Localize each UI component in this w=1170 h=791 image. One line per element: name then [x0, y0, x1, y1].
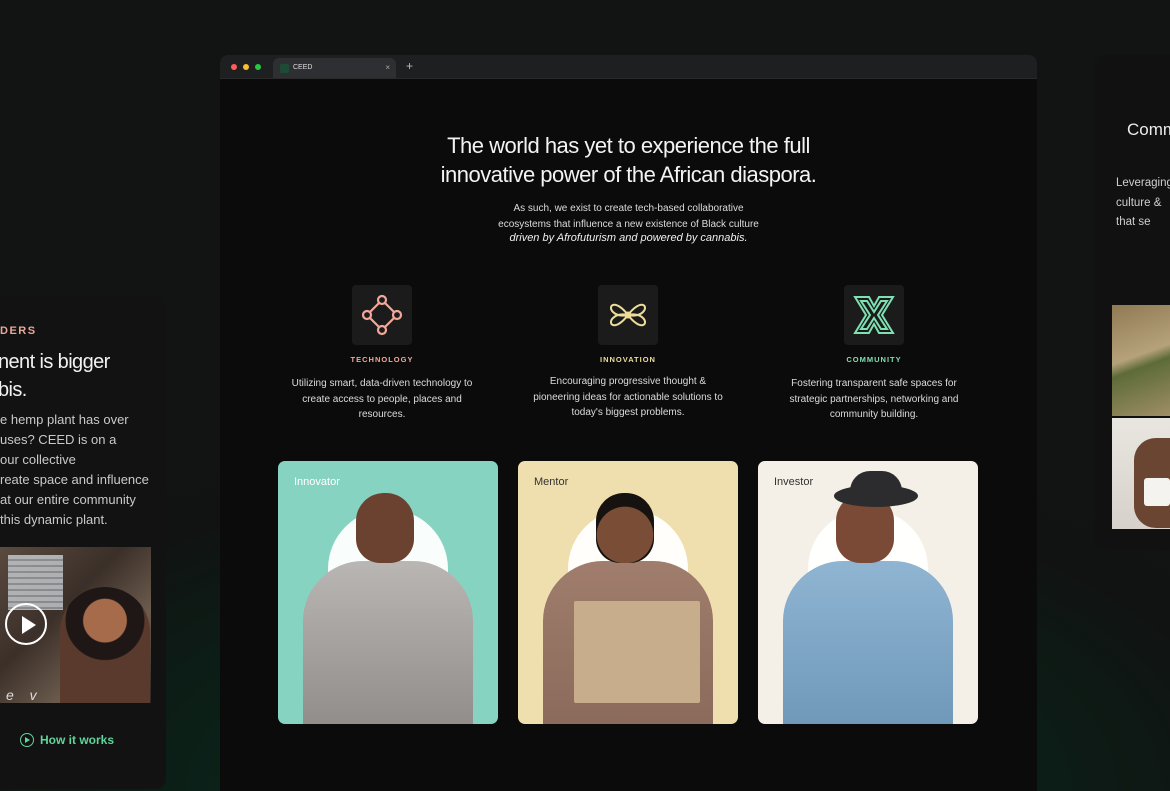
innovation-icon [598, 285, 658, 345]
feature-innovation-label: INNOVATION [600, 355, 656, 364]
play-circle-icon [20, 733, 34, 747]
right-panel-body: Leveraging culture & that se [1116, 177, 1170, 228]
hero-subtext-italic: driven by Afrofuturism and powered by ca… [509, 232, 748, 244]
video-person [60, 587, 150, 703]
video-caption: e v [6, 687, 43, 703]
left-video-thumbnail[interactable]: e v [0, 547, 151, 703]
hero-subtext: As such, we exist to create tech-based c… [220, 201, 1037, 232]
hat-crown-shape [850, 471, 902, 495]
product-jar-image [1112, 418, 1170, 529]
left-panel-body: e hemp plant has over uses? CEED is on a… [0, 412, 149, 527]
browser-window: CEED × + The world has yet to experience… [220, 55, 1037, 791]
feature-community: COMMUNITY Fostering transparent safe spa… [774, 285, 974, 423]
jar-shape [1144, 478, 1170, 506]
feature-technology-text: Utilizing smart, data-driven technology … [291, 378, 473, 420]
video-window-blinds [8, 555, 63, 610]
feature-innovation-text: Encouraging progressive thought & pionee… [533, 376, 723, 418]
feature-technology-label: TECHNOLOGY [350, 355, 414, 364]
mentor-person-head [596, 493, 654, 563]
feature-community-label: COMMUNITY [846, 355, 902, 364]
maximize-window-dot[interactable] [255, 64, 261, 70]
play-icon[interactable] [5, 603, 47, 645]
browser-tab[interactable]: CEED × [273, 58, 396, 78]
browser-chrome: CEED × + [220, 55, 1037, 79]
sub-line-2: ecosystems that influence a new existenc… [498, 218, 759, 230]
mentor-card[interactable]: Mentor [518, 461, 738, 724]
left-panel-title: nent is bigger bis. [0, 351, 110, 401]
feature-innovation: INNOVATION Encouraging progressive thoug… [528, 285, 728, 421]
community-icon [844, 285, 904, 345]
right-panel-title: Comm [1127, 120, 1170, 139]
feature-community-text: Fostering transparent safe spaces for st… [789, 378, 959, 420]
new-tab-button[interactable]: + [406, 59, 413, 73]
investor-card-label: Investor [774, 476, 814, 488]
innovator-card[interactable]: Innovator [278, 461, 498, 724]
hero-line-1: The world has yet to experience the full [447, 133, 810, 158]
minimize-window-dot[interactable] [243, 64, 249, 70]
sub-line-1: As such, we exist to create tech-based c… [513, 203, 744, 214]
tab-title: CEED [293, 64, 313, 71]
hemp-leaf-image [1112, 305, 1170, 416]
feature-technology: TECHNOLOGY Utilizing smart, data-driven … [282, 285, 482, 423]
left-panel-eyebrow: DERS [0, 325, 37, 337]
hero-line-2: innovative power of the African diaspora… [440, 162, 817, 187]
investor-person-body [783, 561, 953, 724]
tab-close-icon[interactable]: × [385, 63, 390, 72]
how-it-works-button[interactable]: How it works [20, 733, 114, 747]
favicon-icon [280, 64, 289, 73]
innovator-card-label: Innovator [294, 476, 340, 488]
innovator-person-body [303, 561, 473, 724]
how-it-works-label: How it works [40, 733, 115, 747]
investor-card[interactable]: Investor [758, 461, 978, 724]
cardboard-box [574, 601, 700, 703]
innovator-person-head [356, 493, 414, 563]
close-window-dot[interactable] [231, 64, 237, 70]
hero-heading: The world has yet to experience the full… [220, 131, 1037, 189]
technology-icon [352, 285, 412, 345]
mentor-card-label: Mentor [534, 476, 569, 488]
